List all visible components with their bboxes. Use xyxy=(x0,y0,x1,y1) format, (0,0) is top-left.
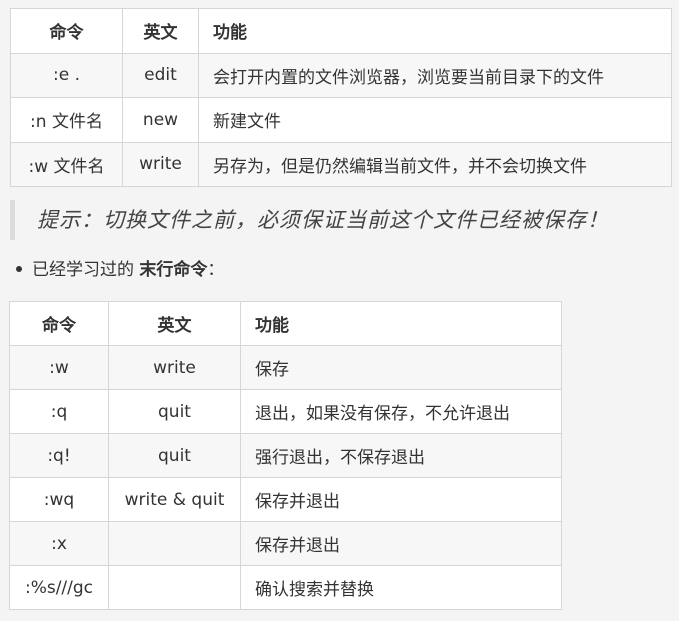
cell-english: write xyxy=(122,141,199,187)
bullet-prefix: 已经学习过的 xyxy=(32,260,140,280)
header-command: 命令 xyxy=(9,301,109,346)
cell-english: write xyxy=(108,345,241,390)
table-header-row: 命令 英文 功能 xyxy=(9,301,562,346)
cell-command: :e . xyxy=(10,52,123,98)
cell-english xyxy=(108,565,241,610)
cell-english: new xyxy=(122,97,199,143)
cell-function: 保存并退出 xyxy=(240,477,562,522)
cell-command: :%s///gc xyxy=(9,565,109,610)
cell-function: 退出，如果没有保存，不允许退出 xyxy=(240,389,562,434)
commands-table-1: 命令 英文 功能 :e . edit 会打开内置的文件浏览器，浏览要当前目录下的… xyxy=(10,8,672,187)
header-english: 英文 xyxy=(122,8,199,54)
cell-english: quit xyxy=(108,389,241,434)
table-row: :x 保存并退出 xyxy=(9,521,562,566)
table-header-row: 命令 英文 功能 xyxy=(10,8,672,54)
table-row: :w 文件名 write 另存为，但是仍然编辑当前文件，并不会切换文件 xyxy=(10,141,672,187)
cell-function: 新建文件 xyxy=(198,97,672,143)
cell-english xyxy=(108,521,241,566)
cell-command: :q! xyxy=(9,433,109,478)
table-row: :e . edit 会打开内置的文件浏览器，浏览要当前目录下的文件 xyxy=(10,52,672,98)
header-function: 功能 xyxy=(198,8,672,54)
cell-command: :x xyxy=(9,521,109,566)
tip-blockquote: 提示：切换文件之前，必须保证当前这个文件已经被保存！ xyxy=(10,200,670,240)
cell-function: 保存 xyxy=(240,345,562,390)
bullet-suffix: ： xyxy=(207,260,225,280)
table-row: :w write 保存 xyxy=(9,345,562,390)
cell-function: 保存并退出 xyxy=(240,521,562,566)
cell-command: :q xyxy=(9,389,109,434)
cell-function: 强行退出，不保存退出 xyxy=(240,433,562,478)
cell-english: write & quit xyxy=(108,477,241,522)
bullet-dot-icon xyxy=(16,265,22,272)
bullet-item: 已经学习过的 末行命令： xyxy=(14,256,224,284)
cell-function: 会打开内置的文件浏览器，浏览要当前目录下的文件 xyxy=(198,52,672,98)
cell-english: edit xyxy=(122,52,199,98)
commands-table-2: 命令 英文 功能 :w write 保存 :q quit 退出，如果没有保存，不… xyxy=(9,301,562,610)
cell-command: :n 文件名 xyxy=(10,97,123,143)
header-english: 英文 xyxy=(108,301,241,346)
table-row: :wq write & quit 保存并退出 xyxy=(9,477,562,522)
table-row: :n 文件名 new 新建文件 xyxy=(10,97,672,143)
header-function: 功能 xyxy=(240,301,562,346)
table-row: :%s///gc 确认搜索并替换 xyxy=(9,565,562,610)
tip-text: 提示：切换文件之前，必须保证当前这个文件已经被保存！ xyxy=(37,208,609,232)
cell-command: :w xyxy=(9,345,109,390)
cell-command: :wq xyxy=(9,477,109,522)
cell-command: :w 文件名 xyxy=(10,141,123,187)
header-command: 命令 xyxy=(10,8,123,54)
table-row: :q quit 退出，如果没有保存，不允许退出 xyxy=(9,389,562,434)
cell-english: quit xyxy=(108,433,241,478)
cell-function: 确认搜索并替换 xyxy=(240,565,562,610)
table-row: :q! quit 强行退出，不保存退出 xyxy=(9,433,562,478)
cell-function: 另存为，但是仍然编辑当前文件，并不会切换文件 xyxy=(198,141,672,187)
bullet-bold-text: 末行命令 xyxy=(139,260,208,280)
